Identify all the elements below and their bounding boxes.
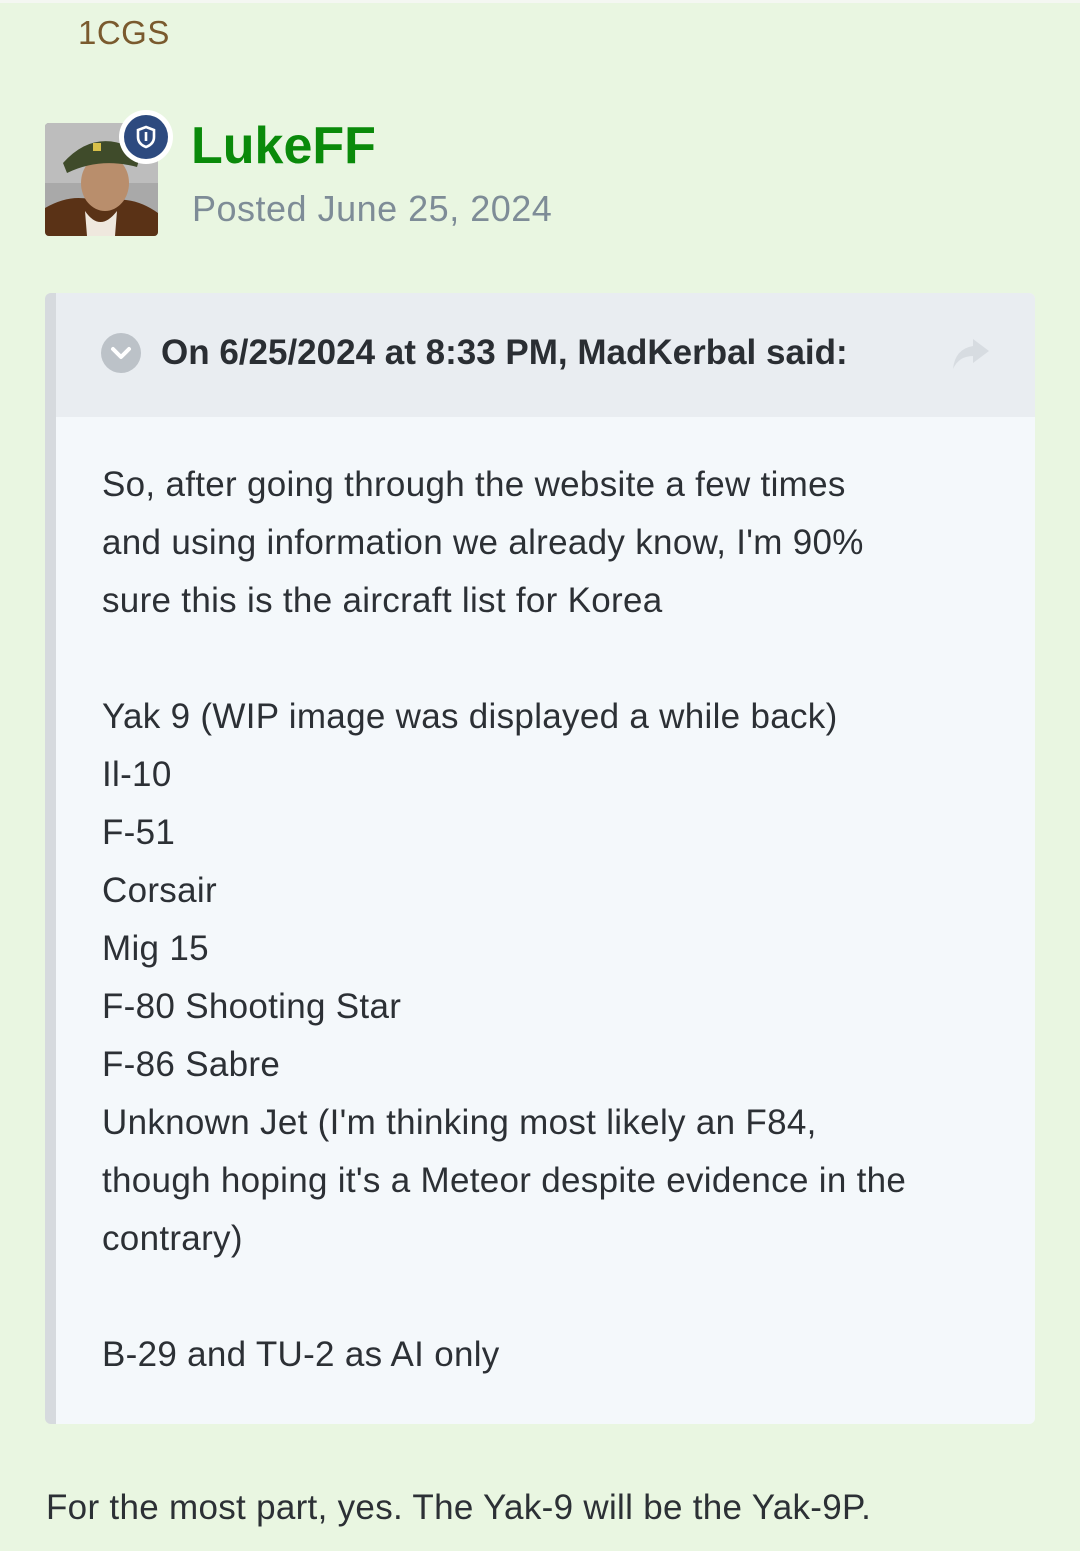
quote-citation: On 6/25/2024 at 8:33 PM, MadKerbal said: <box>161 333 848 372</box>
aircraft-list-item: though hoping it's a Meteor despite evid… <box>102 1161 907 1200</box>
user-group-tag: 1CGS <box>78 14 170 51</box>
aircraft-list-item: Il-10 <box>102 755 172 794</box>
moderator-badge <box>119 110 173 164</box>
quote-line: and using information we already know, I… <box>102 523 864 562</box>
aircraft-list-item: Corsair <box>102 871 217 910</box>
top-divider <box>0 0 1080 3</box>
author-name-link[interactable]: LukeFF <box>191 116 376 176</box>
aircraft-list-item: Unknown Jet (I'm thinking most likely an… <box>102 1103 817 1142</box>
quote-line: B-29 and TU-2 as AI only <box>102 1335 500 1374</box>
share-arrow-icon[interactable] <box>951 337 991 371</box>
author-avatar[interactable] <box>45 110 173 236</box>
aircraft-list-item: Yak 9 (WIP image was displayed a while b… <box>102 697 838 736</box>
quote-body: So, after going through the website a fe… <box>102 456 1002 1384</box>
quote-line: So, after going through the website a fe… <box>102 465 846 504</box>
quote-header: On 6/25/2024 at 8:33 PM, MadKerbal said: <box>56 293 1035 417</box>
chevron-down-icon[interactable] <box>101 333 141 373</box>
shield-icon <box>136 125 156 149</box>
aircraft-list-item: contrary) <box>102 1219 243 1258</box>
aircraft-list-item: F-86 Sabre <box>102 1045 281 1084</box>
quote-line: sure this is the aircraft list for Korea <box>102 581 663 620</box>
aircraft-list-item: F-80 Shooting Star <box>102 987 402 1026</box>
reply-text: For the most part, yes. The Yak-9 will b… <box>46 1488 872 1527</box>
post-date[interactable]: Posted June 25, 2024 <box>192 188 552 230</box>
aircraft-list-item: F-51 <box>102 813 176 852</box>
quote-block: On 6/25/2024 at 8:33 PM, MadKerbal said:… <box>45 293 1035 1424</box>
aircraft-list-item: Mig 15 <box>102 929 209 968</box>
